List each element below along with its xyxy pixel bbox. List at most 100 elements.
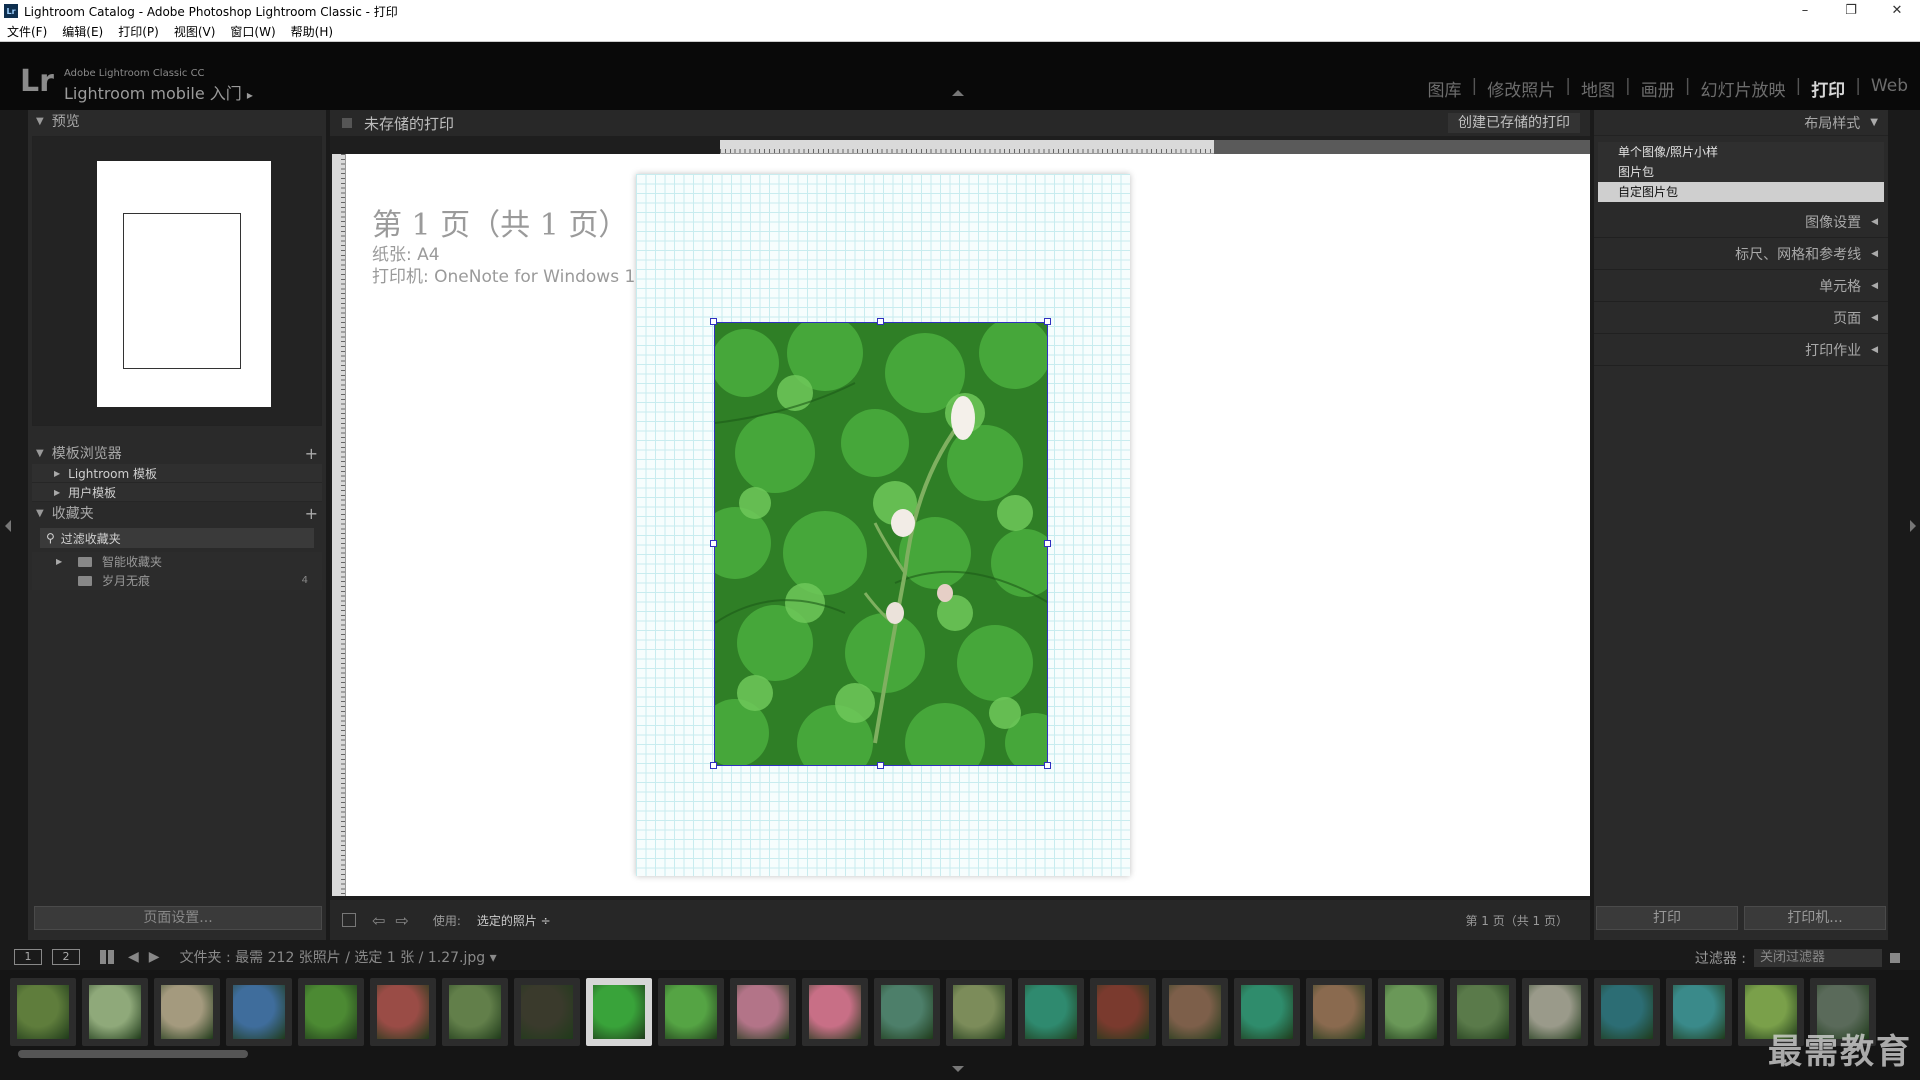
module-library[interactable]: 图库 — [1428, 76, 1462, 101]
forward-arrow-icon[interactable]: ▶ — [149, 949, 160, 965]
filmstrip-thumbnail[interactable] — [226, 978, 292, 1046]
screen-2-button[interactable]: 2 — [52, 949, 80, 965]
filmstrip-thumbnail[interactable] — [1306, 978, 1372, 1046]
page-checkbox[interactable] — [342, 913, 356, 927]
close-button[interactable]: ✕ — [1874, 0, 1920, 22]
filter-lock-icon[interactable] — [1890, 953, 1900, 963]
layout-custom-package[interactable]: 自定图片包 — [1598, 182, 1884, 202]
collection-item[interactable]: 岁月无痕 4 — [32, 571, 322, 590]
filmstrip-thumbnail[interactable] — [1018, 978, 1084, 1046]
left-panel-toggle-icon[interactable] — [5, 520, 11, 532]
section-print-job[interactable]: 打印作业 ◀ — [1594, 334, 1888, 366]
previous-page-icon[interactable]: ⇦ — [372, 911, 385, 930]
filmstrip-thumbnail[interactable] — [1450, 978, 1516, 1046]
use-selection-dropdown[interactable]: 选定的照片 ÷ — [477, 912, 551, 929]
module-print[interactable]: 打印 — [1811, 76, 1845, 101]
filmstrip-thumbnail[interactable] — [82, 978, 148, 1046]
preview-panel-header[interactable]: ▼ 预览 — [28, 110, 326, 132]
layout-style-header[interactable]: 布局样式 ▼ — [1594, 110, 1888, 136]
resize-handle-sw[interactable] — [710, 762, 717, 769]
page-setup-button[interactable]: 页面设置... — [34, 906, 322, 930]
filmstrip-thumbnail[interactable] — [1666, 978, 1732, 1046]
filmstrip-thumbnail[interactable] — [370, 978, 436, 1046]
add-collection-icon[interactable]: + — [305, 504, 318, 523]
create-saved-print-button[interactable]: 创建已存储的打印 — [1448, 113, 1580, 133]
filmstrip-thumbnail[interactable] — [1378, 978, 1444, 1046]
filmstrip-thumbnail[interactable] — [658, 978, 724, 1046]
print-button[interactable]: 打印 — [1596, 906, 1738, 930]
filmstrip-thumbnail[interactable] — [442, 978, 508, 1046]
resize-handle-w[interactable] — [710, 540, 717, 547]
back-arrow-icon[interactable]: ◀ — [128, 949, 139, 965]
filmstrip-scrollbar[interactable] — [18, 1050, 248, 1058]
section-cells[interactable]: 单元格 ◀ — [1594, 270, 1888, 302]
filter-collections-input[interactable]: ⚲ 过滤收藏夹 — [40, 528, 314, 548]
module-slideshow[interactable]: 幻灯片放映 — [1700, 76, 1785, 101]
template-folder-lightroom[interactable]: ▶ Lightroom 模板 — [32, 464, 322, 483]
module-map[interactable]: 地图 — [1581, 76, 1615, 101]
watermark-logo: 最需教育 — [1768, 1032, 1912, 1072]
menu-window[interactable]: 窗口(W) — [230, 23, 275, 40]
collapse-bottom-arrow-icon[interactable] — [952, 1066, 964, 1072]
resize-handle-se[interactable] — [1044, 762, 1051, 769]
collapsed-triangle-icon: ◀ — [1871, 216, 1878, 227]
module-picker: 图库 | 修改照片 | 地图 | 画册 | 幻灯片放映 | 打印 | Web — [1427, 76, 1908, 101]
thumbnail-image — [593, 985, 645, 1039]
section-rulers-grids[interactable]: 标尺、网格和参考线 ◀ — [1594, 238, 1888, 270]
filmstrip-thumbnail[interactable] — [1090, 978, 1156, 1046]
menu-file[interactable]: 文件(F) — [7, 23, 47, 40]
left-panel: ▼ 预览 ▼ 模板浏览器 + ▶ Lightroom 模板 ▶ 用户模板 ▼ 收藏夹 + ⚲ 过… — [28, 110, 326, 940]
resize-handle-nw[interactable] — [710, 318, 717, 325]
filmstrip-thumbnail[interactable] — [802, 978, 868, 1046]
section-image-settings[interactable]: 图像设置 ◀ — [1594, 206, 1888, 238]
module-develop[interactable]: 修改照片 — [1487, 76, 1555, 101]
screen-1-button[interactable]: 1 — [14, 949, 42, 965]
filmstrip-thumbnail[interactable] — [10, 978, 76, 1046]
filmstrip-thumbnail[interactable] — [298, 978, 364, 1046]
mobile-getting-started-link[interactable]: Lightroom mobile 入门 ▸ — [64, 80, 253, 104]
filmstrip-thumbnail[interactable] — [1522, 978, 1588, 1046]
maximize-button[interactable]: ❐ — [1828, 0, 1874, 22]
filmstrip-thumbnail[interactable] — [1234, 978, 1300, 1046]
layout-picture-package[interactable]: 图片包 — [1598, 162, 1884, 182]
module-web[interactable]: Web — [1871, 76, 1908, 101]
template-browser-header[interactable]: ▼ 模板浏览器 + — [28, 442, 326, 464]
collections-header[interactable]: ▼ 收藏夹 + — [28, 502, 326, 524]
layout-single-image[interactable]: 单个图像/照片小样 — [1598, 142, 1884, 162]
filmstrip-thumbnail[interactable] — [1594, 978, 1660, 1046]
filmstrip-thumbnail[interactable] — [586, 978, 652, 1046]
filmstrip-thumbnail[interactable] — [874, 978, 940, 1046]
collapse-top-arrow-icon[interactable] — [952, 90, 964, 96]
section-page[interactable]: 页面 ◀ — [1594, 302, 1888, 334]
menu-edit[interactable]: 编辑(E) — [62, 23, 103, 40]
right-panel-toggle-icon[interactable] — [1910, 520, 1916, 532]
filmstrip-thumbnail[interactable] — [946, 978, 1012, 1046]
add-template-icon[interactable]: + — [305, 444, 318, 463]
preview-image-cell — [123, 213, 241, 369]
thumbnail-image — [89, 985, 141, 1039]
printer-button[interactable]: 打印机... — [1744, 906, 1886, 930]
grid-view-icon[interactable] — [100, 950, 114, 964]
filmstrip-thumbnail[interactable] — [154, 978, 220, 1046]
filmstrip-thumbnail[interactable] — [730, 978, 796, 1046]
preview-paper — [97, 161, 271, 407]
resize-handle-ne[interactable] — [1044, 318, 1051, 325]
collection-smart[interactable]: ▶ 智能收藏夹 — [32, 552, 322, 571]
filter-dropdown[interactable]: 关闭过滤器 — [1754, 949, 1882, 967]
resize-handle-e[interactable] — [1044, 540, 1051, 547]
template-folder-user[interactable]: ▶ 用户模板 — [32, 483, 322, 502]
menu-view[interactable]: 视图(V) — [174, 23, 216, 40]
menu-help[interactable]: 帮助(H) — [291, 23, 333, 40]
resize-handle-s[interactable] — [877, 762, 884, 769]
title-bar: Lr Lightroom Catalog - Adobe Photoshop L… — [0, 0, 1920, 22]
filmstrip-thumbnail[interactable] — [514, 978, 580, 1046]
minimize-button[interactable]: – — [1782, 0, 1828, 22]
photo-cell[interactable] — [714, 322, 1048, 766]
filmstrip-thumbnail[interactable] — [1162, 978, 1228, 1046]
menu-print[interactable]: 打印(P) — [118, 23, 159, 40]
next-page-icon[interactable]: ⇨ — [395, 911, 408, 930]
expand-triangle-icon: ▼ — [36, 115, 44, 127]
module-book[interactable]: 画册 — [1641, 76, 1675, 101]
resize-handle-n[interactable] — [877, 318, 884, 325]
source-path-text[interactable]: 文件夹 : 最需 212 张照片 / 选定 1 张 / 1.27.jpg ▾ — [180, 947, 497, 967]
